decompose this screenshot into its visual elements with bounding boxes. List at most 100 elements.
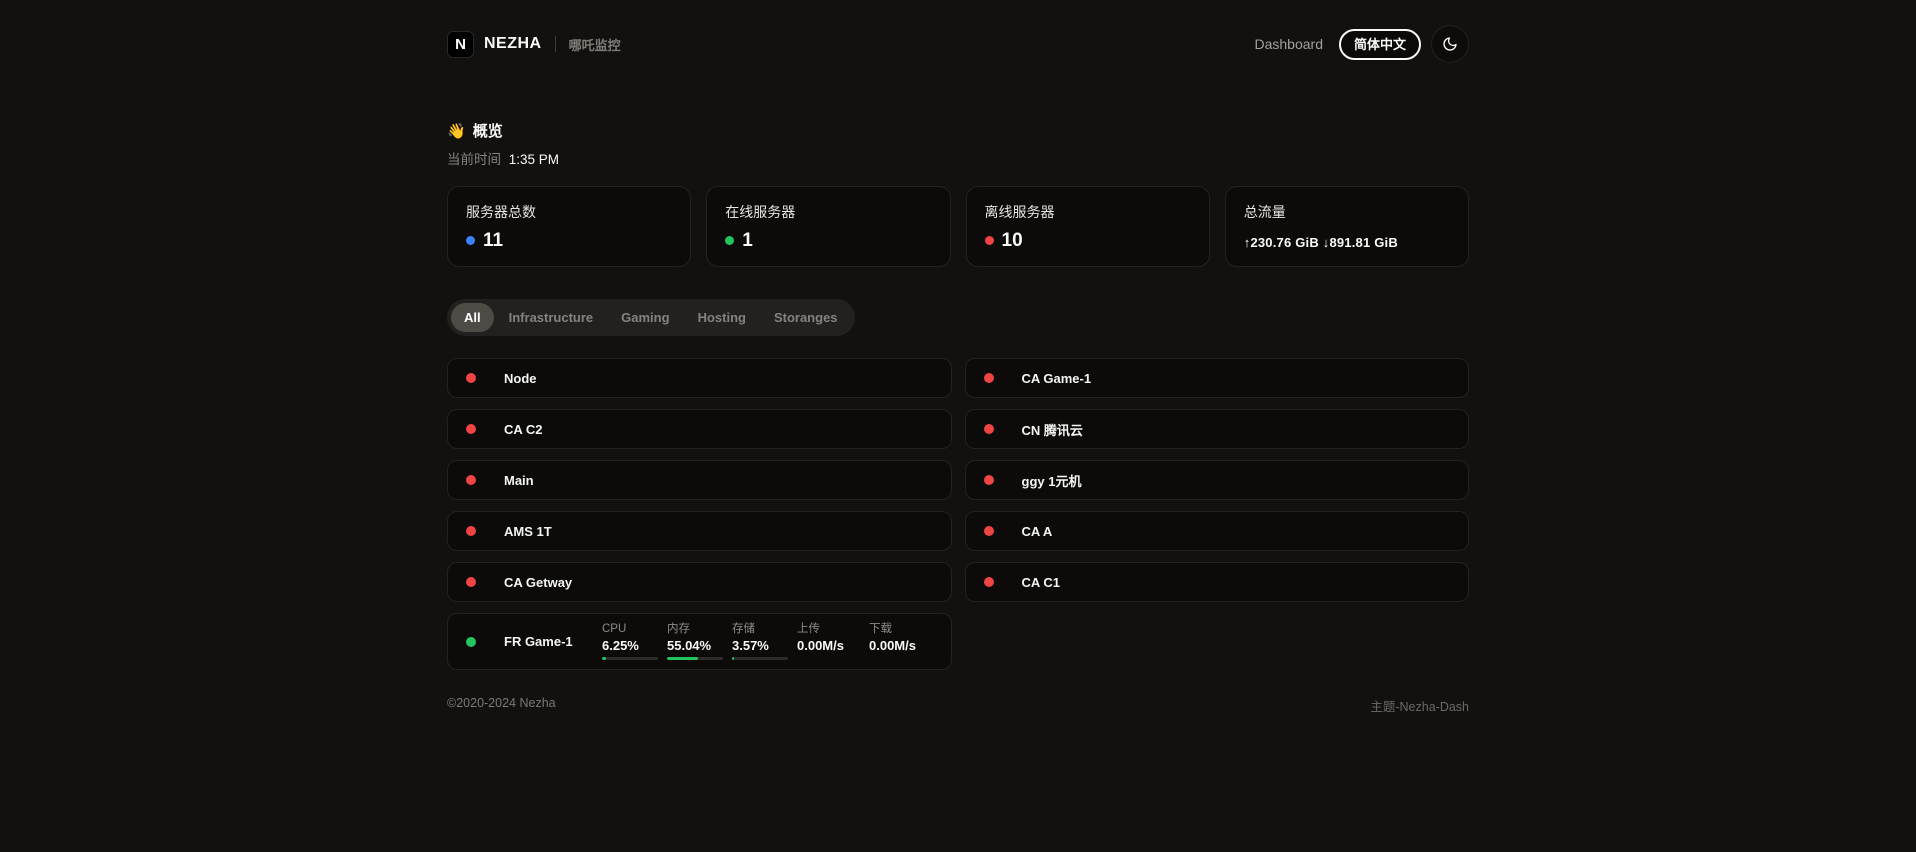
stat-card-value: 1 xyxy=(742,231,753,250)
metric-label: 内存 xyxy=(667,623,723,637)
status-dot-icon xyxy=(466,424,476,434)
status-dot-icon xyxy=(725,236,734,245)
header: N NEZHA 哪吒监控 Dashboard 简体中文 xyxy=(447,0,1469,64)
stat-card-value: 10 xyxy=(1002,231,1023,250)
copyright-text: ©2020-2024 Nezha xyxy=(447,696,556,715)
status-dot-icon xyxy=(985,236,994,245)
metric-value: 0.00M/s xyxy=(869,638,932,654)
server-row[interactable]: AMS 1T xyxy=(447,511,952,551)
metric-CPU: CPU6.25% xyxy=(602,623,658,660)
theme-credit-text: 主题-Nezha-Dash xyxy=(1370,696,1469,715)
tab-infrastructure[interactable]: Infrastructure xyxy=(496,303,607,332)
server-row[interactable]: CN 腾讯云 xyxy=(965,409,1470,449)
tab-hosting[interactable]: Hosting xyxy=(685,303,759,332)
header-actions: Dashboard 简体中文 xyxy=(1254,25,1469,63)
metric-下载: 下载0.00M/s xyxy=(869,623,932,653)
brand-separator xyxy=(555,36,556,52)
stat-card-value-row: 1 xyxy=(725,231,931,250)
status-dot-icon xyxy=(984,577,994,587)
overview-section: 👋 概览 当前时间 1:35 PM 服务器总数 11 在线服务器 1 离线服务器 10 总流… xyxy=(447,120,1469,755)
status-dot-icon xyxy=(984,424,994,434)
moon-icon xyxy=(1442,36,1458,52)
logo-letter: N xyxy=(455,36,466,53)
metric-progress-bar xyxy=(602,657,658,660)
server-row[interactable]: CA Getway xyxy=(447,562,952,602)
status-dot-icon xyxy=(466,577,476,587)
stat-card-label: 在线服务器 xyxy=(725,202,931,222)
server-name: Main xyxy=(504,473,534,488)
server-row[interactable]: FR Game-1CPU6.25%内存55.04%存储3.57%上传0.00M/… xyxy=(447,613,952,670)
metric-上传: 上传0.00M/s xyxy=(797,623,860,653)
dashboard-link[interactable]: Dashboard xyxy=(1254,36,1323,52)
server-row[interactable]: CA C1 xyxy=(965,562,1470,602)
wave-emoji-icon: 👋 xyxy=(447,122,466,140)
server-name: AMS 1T xyxy=(504,524,552,539)
stat-card-value-row: 10 xyxy=(985,231,1191,250)
current-time: 当前时间 1:35 PM xyxy=(447,148,1469,168)
tab-gaming[interactable]: Gaming xyxy=(608,303,682,332)
status-dot-icon xyxy=(466,373,476,383)
metric-value: 55.04% xyxy=(667,638,723,654)
metric-value: 3.57% xyxy=(732,638,788,654)
group-tab-bar: AllInfrastructureGamingHostingStoranges xyxy=(447,299,855,336)
server-row[interactable]: CA A xyxy=(965,511,1470,551)
metric-value: 0.00M/s xyxy=(797,638,860,654)
server-name: CA C1 xyxy=(1022,575,1061,590)
metric-progress-bar xyxy=(667,657,723,660)
server-row[interactable]: Node xyxy=(447,358,952,398)
tab-storanges[interactable]: Storanges xyxy=(761,303,851,332)
brand-name: NEZHA xyxy=(484,35,542,53)
server-name: CA Getway xyxy=(504,575,572,590)
server-name: CA Game-1 xyxy=(1022,371,1092,386)
time-label: 当前时间 xyxy=(447,152,501,167)
server-metrics: CPU6.25%内存55.04%存储3.57%上传0.00M/s下载0.00M/… xyxy=(602,623,937,660)
server-name: ggy 1元机 xyxy=(1022,471,1082,490)
server-row[interactable]: CA C2 xyxy=(447,409,952,449)
server-name: CA A xyxy=(1022,524,1053,539)
language-button[interactable]: 简体中文 xyxy=(1339,29,1421,60)
stat-card: 在线服务器 1 xyxy=(706,186,950,267)
server-row[interactable]: CA Game-1 xyxy=(965,358,1470,398)
status-dot-icon xyxy=(466,526,476,536)
metric-label: CPU xyxy=(602,623,658,637)
server-row[interactable]: Main xyxy=(447,460,952,500)
server-name: CN 腾讯云 xyxy=(1022,420,1083,439)
stat-card-value: ↑230.76 GiB ↓891.81 GiB xyxy=(1244,236,1398,249)
status-dot-icon xyxy=(466,475,476,485)
page-title: 👋 概览 xyxy=(447,120,1469,141)
metric-progress-fill xyxy=(667,657,698,660)
stat-card-label: 离线服务器 xyxy=(985,202,1191,222)
metric-label: 上传 xyxy=(797,623,860,637)
server-row[interactable]: ggy 1元机 xyxy=(965,460,1470,500)
stat-card-value-row: ↑230.76 GiB ↓891.81 GiB xyxy=(1244,231,1450,249)
metric-内存: 内存55.04% xyxy=(667,623,723,660)
metric-存储: 存储3.57% xyxy=(732,623,788,660)
overview-title-text: 概览 xyxy=(473,120,503,141)
stat-card-value-row: 11 xyxy=(466,231,672,250)
stat-card: 离线服务器 10 xyxy=(966,186,1210,267)
stat-card-value: 11 xyxy=(483,231,503,250)
server-name: FR Game-1 xyxy=(504,634,602,649)
stat-card: 服务器总数 11 xyxy=(447,186,691,267)
stat-card: 总流量 ↑230.76 GiB ↓891.81 GiB xyxy=(1225,186,1469,267)
metric-label: 下载 xyxy=(869,623,932,637)
nezha-logo-icon: N xyxy=(447,31,474,58)
status-dot-icon xyxy=(466,637,476,647)
brand[interactable]: N NEZHA 哪吒监控 xyxy=(447,31,621,58)
time-value: 1:35 PM xyxy=(509,152,559,167)
server-name: CA C2 xyxy=(504,422,543,437)
status-dot-icon xyxy=(466,236,475,245)
stat-card-label: 总流量 xyxy=(1244,202,1450,222)
stat-card-label: 服务器总数 xyxy=(466,202,672,222)
metric-progress-fill xyxy=(732,657,734,660)
brand-subtitle: 哪吒监控 xyxy=(569,35,621,54)
stat-cards: 服务器总数 11 在线服务器 1 离线服务器 10 总流量 ↑230.76 GiB ↓891.… xyxy=(447,186,1469,267)
server-list: Node CA Game-1 CA C2 CN 腾讯云 Main ggy 1元机 AMS 1… xyxy=(447,358,1469,670)
page-container: N NEZHA 哪吒监控 Dashboard 简体中文 👋 概览 当前时间 1:… xyxy=(447,0,1469,755)
metric-label: 存储 xyxy=(732,623,788,637)
status-dot-icon xyxy=(984,373,994,383)
metric-progress-fill xyxy=(602,657,606,660)
status-dot-icon xyxy=(984,475,994,485)
tab-all[interactable]: All xyxy=(451,303,494,332)
theme-toggle-button[interactable] xyxy=(1431,25,1469,63)
